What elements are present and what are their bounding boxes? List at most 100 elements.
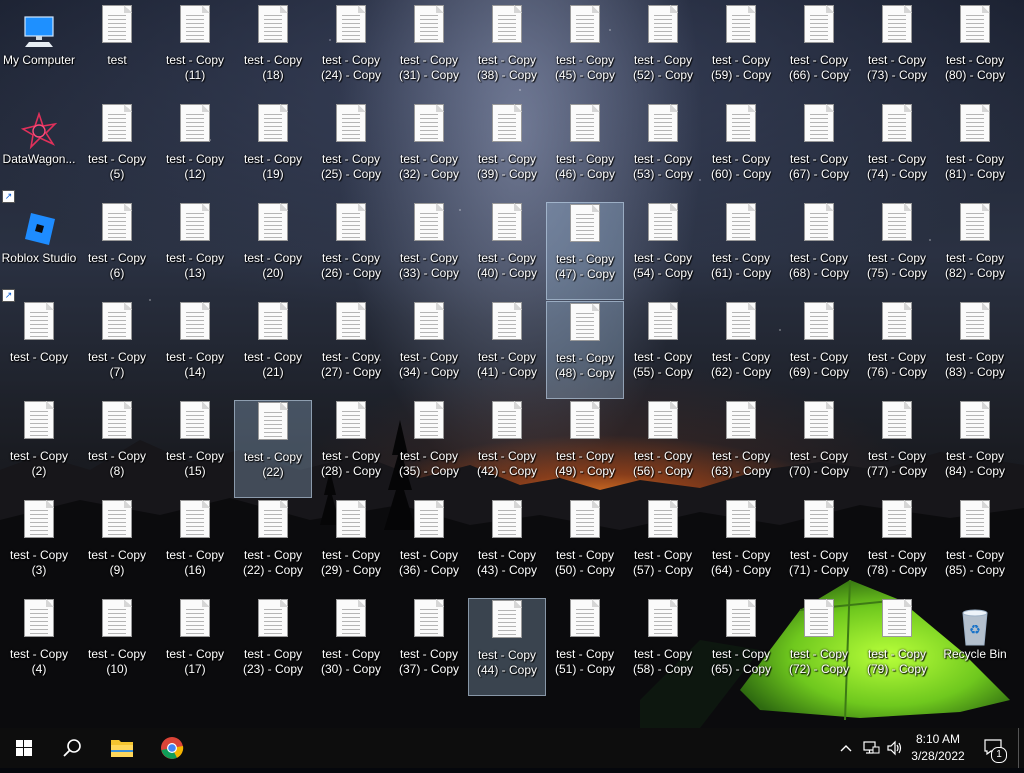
desktop-icon-test-copy-6[interactable]: test - Copy (6) bbox=[78, 202, 156, 300]
desktop-icon-test-copy-54-copy[interactable]: test - Copy (54) - Copy bbox=[624, 202, 702, 300]
desktop-icon-test-copy-43-copy[interactable]: test - Copy (43) - Copy bbox=[468, 499, 546, 597]
desktop-icon-test-copy-9[interactable]: test - Copy (9) bbox=[78, 499, 156, 597]
desktop-icon-test-copy-68-copy[interactable]: test - Copy (68) - Copy bbox=[780, 202, 858, 300]
desktop-icon-test-copy-25-copy[interactable]: test - Copy (25) - Copy bbox=[312, 103, 390, 201]
desktop-icon-test-copy-7[interactable]: test - Copy (7) bbox=[78, 301, 156, 399]
desktop-icon-test-copy-27-copy[interactable]: test - Copy (27) - Copy bbox=[312, 301, 390, 399]
desktop-icon-test-copy-12[interactable]: test - Copy (12) bbox=[156, 103, 234, 201]
desktop-icon-my-computer[interactable]: My Computer bbox=[0, 4, 78, 102]
desktop-icon-test-copy-44-copy[interactable]: test - Copy (44) - Copy bbox=[468, 598, 546, 696]
desktop-icon-test-copy-4[interactable]: test - Copy (4) bbox=[0, 598, 78, 696]
desktop-icon-test-copy-2[interactable]: test - Copy (2) bbox=[0, 400, 78, 498]
desktop-icon-test-copy-85-copy[interactable]: test - Copy (85) - Copy bbox=[936, 499, 1014, 597]
desktop-icon-test-copy-53-copy[interactable]: test - Copy (53) - Copy bbox=[624, 103, 702, 201]
desktop-icon-test-copy-61-copy[interactable]: test - Copy (61) - Copy bbox=[702, 202, 780, 300]
desktop-icon-test-copy-45-copy[interactable]: test - Copy (45) - Copy bbox=[546, 4, 624, 102]
desktop-icon-test-copy-38-copy[interactable]: test - Copy (38) - Copy bbox=[468, 4, 546, 102]
desktop-icon-test-copy-66-copy[interactable]: test - Copy (66) - Copy bbox=[780, 4, 858, 102]
desktop-icon-test[interactable]: test bbox=[78, 4, 156, 102]
desktop-icon-test-copy-75-copy[interactable]: test - Copy (75) - Copy bbox=[858, 202, 936, 300]
desktop-icon-test-copy-8[interactable]: test - Copy (8) bbox=[78, 400, 156, 498]
desktop-icon-test-copy-17[interactable]: test - Copy (17) bbox=[156, 598, 234, 696]
desktop-icon-test-copy-62-copy[interactable]: test - Copy (62) - Copy bbox=[702, 301, 780, 399]
desktop-icon-test-copy-35-copy[interactable]: test - Copy (35) - Copy bbox=[390, 400, 468, 498]
desktop-icon-test-copy-46-copy[interactable]: test - Copy (46) - Copy bbox=[546, 103, 624, 201]
desktop-icon-roblox-studio[interactable]: ↗ Roblox Studio bbox=[0, 202, 78, 302]
desktop-icon-datawagon[interactable]: ↗ DataWagon... bbox=[0, 103, 78, 203]
desktop-icon-test-copy-70-copy[interactable]: test - Copy (70) - Copy bbox=[780, 400, 858, 498]
desktop-icon-test-copy-26-copy[interactable]: test - Copy (26) - Copy bbox=[312, 202, 390, 300]
start-button[interactable] bbox=[0, 728, 48, 768]
desktop-icon-test-copy-74-copy[interactable]: test - Copy (74) - Copy bbox=[858, 103, 936, 201]
desktop-icon-test-copy-76-copy[interactable]: test - Copy (76) - Copy bbox=[858, 301, 936, 399]
desktop-icon-test-copy-37-copy[interactable]: test - Copy (37) - Copy bbox=[390, 598, 468, 696]
notification-center-button[interactable]: 1 bbox=[980, 728, 1010, 768]
desktop-icon-test-copy-63-copy[interactable]: test - Copy (63) - Copy bbox=[702, 400, 780, 498]
desktop-icon-test-copy-72-copy[interactable]: test - Copy (72) - Copy bbox=[780, 598, 858, 696]
desktop-icon-test-copy-69-copy[interactable]: test - Copy (69) - Copy bbox=[780, 301, 858, 399]
desktop-icon-test-copy-40-copy[interactable]: test - Copy (40) - Copy bbox=[468, 202, 546, 300]
show-desktop-button[interactable] bbox=[1018, 728, 1024, 768]
desktop-icon-test-copy-14[interactable]: test - Copy (14) bbox=[156, 301, 234, 399]
desktop-icon-test-copy-19[interactable]: test - Copy (19) bbox=[234, 103, 312, 201]
file-explorer-button[interactable] bbox=[98, 728, 146, 768]
desktop-icon-test-copy-78-copy[interactable]: test - Copy (78) - Copy bbox=[858, 499, 936, 597]
desktop-icon-test-copy-30-copy[interactable]: test - Copy (30) - Copy bbox=[312, 598, 390, 696]
desktop-icon-test-copy-83-copy[interactable]: test - Copy (83) - Copy bbox=[936, 301, 1014, 399]
desktop-icon-test-copy-84-copy[interactable]: test - Copy (84) - Copy bbox=[936, 400, 1014, 498]
desktop-icon-test-copy-58-copy[interactable]: test - Copy (58) - Copy bbox=[624, 598, 702, 696]
desktop-icon-test-copy-82-copy[interactable]: test - Copy (82) - Copy bbox=[936, 202, 1014, 300]
desktop-icon-test-copy-80-copy[interactable]: test - Copy (80) - Copy bbox=[936, 4, 1014, 102]
desktop-icon-test-copy-15[interactable]: test - Copy (15) bbox=[156, 400, 234, 498]
desktop-icon-test-copy-52-copy[interactable]: test - Copy (52) - Copy bbox=[624, 4, 702, 102]
desktop-icon-test-copy-67-copy[interactable]: test - Copy (67) - Copy bbox=[780, 103, 858, 201]
desktop-icon-test-copy-59-copy[interactable]: test - Copy (59) - Copy bbox=[702, 4, 780, 102]
desktop-icon-test-copy-42-copy[interactable]: test - Copy (42) - Copy bbox=[468, 400, 546, 498]
desktop-icon-test-copy-20[interactable]: test - Copy (20) bbox=[234, 202, 312, 300]
desktop-icon-test-copy-71-copy[interactable]: test - Copy (71) - Copy bbox=[780, 499, 858, 597]
search-button[interactable] bbox=[48, 728, 96, 768]
chevron-up-icon[interactable] bbox=[838, 740, 854, 756]
desktop-icon-test-copy-47-copy[interactable]: test - Copy (47) - Copy bbox=[546, 202, 624, 300]
desktop-icon-test-copy-36-copy[interactable]: test - Copy (36) - Copy bbox=[390, 499, 468, 597]
desktop-icon-test-copy-31-copy[interactable]: test - Copy (31) - Copy bbox=[390, 4, 468, 102]
desktop-icon-test-copy-11[interactable]: test - Copy (11) bbox=[156, 4, 234, 102]
desktop-icon-test-copy-13[interactable]: test - Copy (13) bbox=[156, 202, 234, 300]
desktop-icon-test-copy-65-copy[interactable]: test - Copy (65) - Copy bbox=[702, 598, 780, 696]
desktop-icon-test-copy-64-copy[interactable]: test - Copy (64) - Copy bbox=[702, 499, 780, 597]
desktop-icon-test-copy-41-copy[interactable]: test - Copy (41) - Copy bbox=[468, 301, 546, 399]
desktop-icon-test-copy-23-copy[interactable]: test - Copy (23) - Copy bbox=[234, 598, 312, 696]
chrome-button[interactable] bbox=[148, 728, 196, 768]
network-icon[interactable] bbox=[862, 739, 880, 757]
desktop-icon-test-copy-60-copy[interactable]: test - Copy (60) - Copy bbox=[702, 103, 780, 201]
desktop-icon-test-copy-28-copy[interactable]: test - Copy (28) - Copy bbox=[312, 400, 390, 498]
desktop-icon-test-copy-79-copy[interactable]: test - Copy (79) - Copy bbox=[858, 598, 936, 696]
desktop-icon-recycle-bin[interactable]: ♻ Recycle Bin bbox=[936, 598, 1014, 696]
clock[interactable]: 8:10 AM 3/28/2022 bbox=[898, 728, 980, 768]
desktop-icon-test-copy-81-copy[interactable]: test - Copy (81) - Copy bbox=[936, 103, 1014, 201]
desktop-icon-test-copy-32-copy[interactable]: test - Copy (32) - Copy bbox=[390, 103, 468, 201]
desktop-icon-test-copy-57-copy[interactable]: test - Copy (57) - Copy bbox=[624, 499, 702, 597]
desktop-icon-test-copy-33-copy[interactable]: test - Copy (33) - Copy bbox=[390, 202, 468, 300]
desktop-icon-test-copy-22-copy[interactable]: test - Copy (22) - Copy bbox=[234, 499, 312, 597]
desktop-icon-test-copy-10[interactable]: test - Copy (10) bbox=[78, 598, 156, 696]
desktop-icon-test-copy-21[interactable]: test - Copy (21) bbox=[234, 301, 312, 399]
desktop-icon-test-copy-39-copy[interactable]: test - Copy (39) - Copy bbox=[468, 103, 546, 201]
desktop-icon-test-copy-48-copy[interactable]: test - Copy (48) - Copy bbox=[546, 301, 624, 399]
desktop-icon-test-copy-50-copy[interactable]: test - Copy (50) - Copy bbox=[546, 499, 624, 597]
desktop-icon-test-copy-77-copy[interactable]: test - Copy (77) - Copy bbox=[858, 400, 936, 498]
desktop-icon-test-copy-49-copy[interactable]: test - Copy (49) - Copy bbox=[546, 400, 624, 498]
desktop-icon-test-copy-16[interactable]: test - Copy (16) bbox=[156, 499, 234, 597]
desktop-icon-test-copy-29-copy[interactable]: test - Copy (29) - Copy bbox=[312, 499, 390, 597]
desktop-icon-test-copy-22[interactable]: test - Copy (22) bbox=[234, 400, 312, 498]
desktop-icon-test-copy-56-copy[interactable]: test - Copy (56) - Copy bbox=[624, 400, 702, 498]
desktop-icon-test-copy-73-copy[interactable]: test - Copy (73) - Copy bbox=[858, 4, 936, 102]
desktop-icon-test-copy[interactable]: test - Copy bbox=[0, 301, 78, 399]
desktop-icon-test-copy-5[interactable]: test - Copy (5) bbox=[78, 103, 156, 201]
desktop-icon-test-copy-34-copy[interactable]: test - Copy (34) - Copy bbox=[390, 301, 468, 399]
desktop-icon-test-copy-55-copy[interactable]: test - Copy (55) - Copy bbox=[624, 301, 702, 399]
desktop-icon-test-copy-18[interactable]: test - Copy (18) bbox=[234, 4, 312, 102]
desktop-icon-test-copy-3[interactable]: test - Copy (3) bbox=[0, 499, 78, 597]
desktop-icon-test-copy-24-copy[interactable]: test - Copy (24) - Copy bbox=[312, 4, 390, 102]
desktop-icon-test-copy-51-copy[interactable]: test - Copy (51) - Copy bbox=[546, 598, 624, 696]
